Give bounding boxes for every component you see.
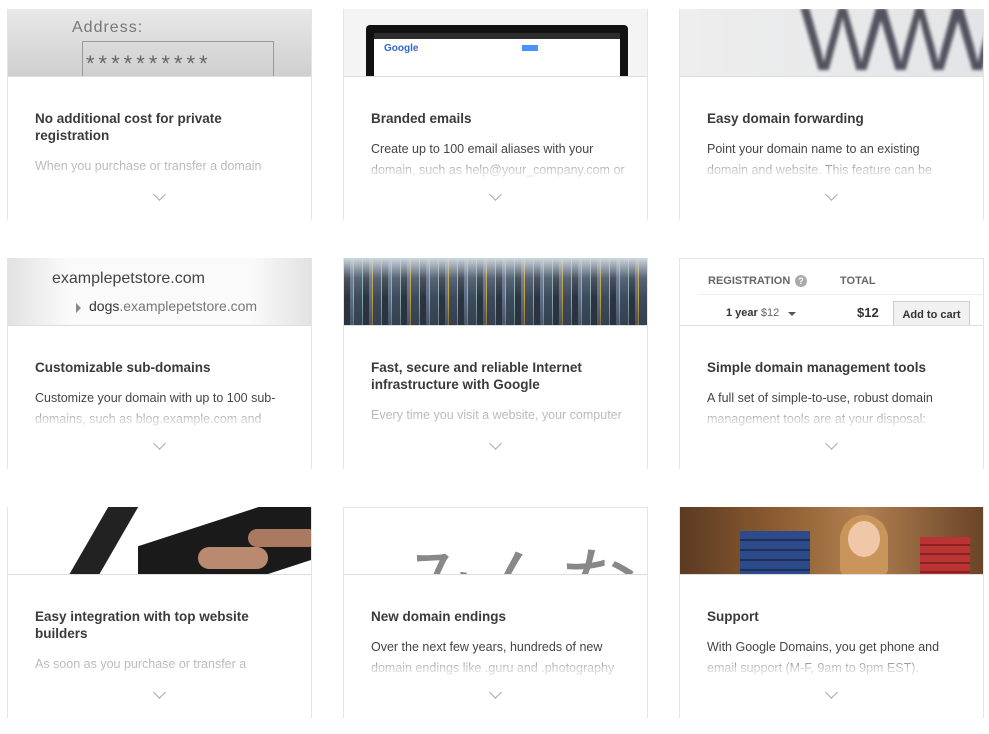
chevron-down-icon[interactable]: [824, 686, 838, 699]
card-description: A full set of simple-to-use, robust doma…: [707, 391, 933, 426]
image-text: .examplepetstore.com: [119, 298, 258, 314]
subdomain-image: examplepetstore.com dogs.examplepetstore…: [8, 258, 311, 326]
gmail-laptop-image: Google: [344, 9, 647, 77]
image-text: REGISTRATION: [708, 275, 791, 287]
support-agent-image: [680, 507, 983, 575]
www-image: WWW.: [680, 9, 983, 77]
chevron-down-icon[interactable]: [824, 437, 838, 450]
image-text: 1 year: [726, 307, 758, 319]
dropdown-arrow-icon: [788, 312, 796, 316]
card-title: New domain endings: [371, 609, 507, 624]
chevron-down-icon[interactable]: [488, 188, 502, 201]
feature-card-management-tools[interactable]: REGISTRATION ? TOTAL 1 year $12 $12 Add …: [679, 258, 984, 469]
triangle-right-icon: [76, 303, 81, 313]
card-title: Easy integration with top website builde…: [35, 609, 249, 641]
feature-card-infrastructure[interactable]: Fast, secure and reliable Internet infra…: [343, 258, 648, 469]
card-title: Branded emails: [371, 111, 472, 126]
card-description: Point your domain name to an existing do…: [707, 142, 932, 177]
card-title: No additional cost for private registrat…: [35, 111, 222, 143]
google-logo: Google: [384, 43, 419, 54]
card-title: Customizable sub-domains: [35, 360, 211, 375]
card-description: Customize your domain with up to 100 sub…: [35, 391, 276, 426]
image-text: TOTAL: [840, 275, 876, 287]
card-description: Create up to 100 email aliases with your…: [371, 142, 625, 177]
image-text: WWW.: [800, 9, 983, 77]
feature-card-private-registration[interactable]: Address: ********** No additional cost f…: [7, 9, 312, 220]
image-text: Address:: [72, 19, 144, 36]
feature-card-website-builders[interactable]: Easy integration with top website builde…: [7, 507, 312, 718]
feature-card-sub-domains[interactable]: examplepetstore.com dogs.examplepetstore…: [7, 258, 312, 469]
datacenter-image: [344, 258, 647, 326]
card-title: Fast, secure and reliable Internet infra…: [371, 360, 582, 392]
image-text: examplepetstore.com: [52, 270, 205, 287]
card-description: With Google Domains, you get phone and e…: [707, 640, 940, 675]
chevron-down-icon[interactable]: [488, 686, 502, 699]
image-text: $12: [857, 305, 879, 320]
add-to-cart-button: Add to cart: [893, 301, 970, 325]
help-icon: ?: [795, 275, 807, 287]
minna-image: みんな: [344, 507, 647, 575]
chevron-down-icon[interactable]: [824, 188, 838, 201]
card-title: Support: [707, 609, 759, 624]
card-title: Simple domain management tools: [707, 360, 927, 375]
image-text: $12: [760, 307, 780, 319]
image-text: みんな: [399, 522, 639, 574]
address-image: Address: **********: [8, 9, 311, 77]
registration-ui-image: REGISTRATION ? TOTAL 1 year $12 $12 Add …: [680, 258, 983, 326]
card-description: Over the next few years, hundreds of new…: [371, 640, 615, 675]
image-text: dogs: [89, 298, 120, 314]
card-title: Easy domain forwarding: [707, 111, 864, 126]
feature-card-support[interactable]: Support With Google Domains, you get pho…: [679, 507, 984, 718]
chevron-down-icon[interactable]: [152, 437, 166, 450]
feature-card-branded-emails[interactable]: Google Branded emails Create up to 100 e…: [343, 9, 648, 220]
laptop-typing-image: [8, 507, 311, 575]
image-text: **********: [86, 51, 212, 76]
feature-card-domain-forwarding[interactable]: WWW. Easy domain forwarding Point your d…: [679, 9, 984, 220]
feature-card-domain-endings[interactable]: みんな New domain endings Over the next few…: [343, 507, 648, 718]
